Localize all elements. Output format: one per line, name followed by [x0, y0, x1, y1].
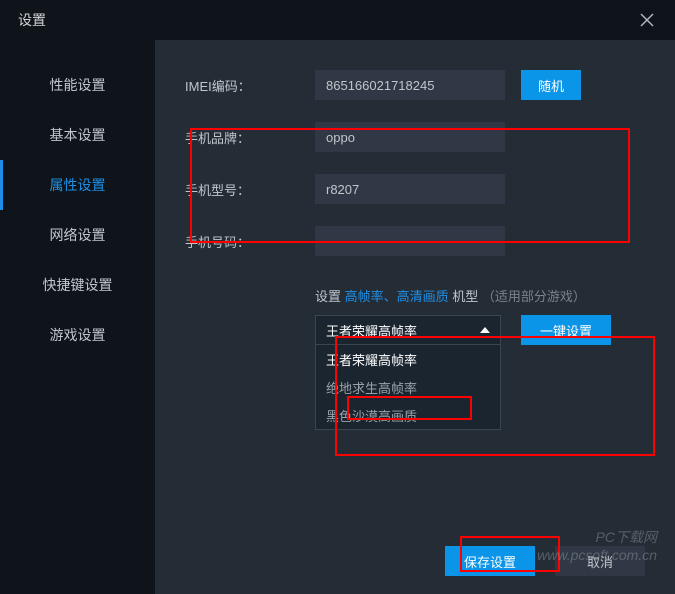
chevron-up-icon: [480, 327, 490, 333]
dropdown-selected[interactable]: 王者荣耀高帧率: [315, 315, 501, 345]
config-prefix: 设置: [315, 289, 341, 304]
row-phone: 手机号码：: [185, 226, 655, 256]
dropdown-option[interactable]: 王者荣耀高帧率: [316, 345, 500, 373]
sidebar-item-label: 网络设置: [50, 225, 106, 245]
sidebar-item-shortcut[interactable]: 快捷键设置: [0, 260, 155, 310]
label-brand: 手机品牌：: [185, 128, 315, 147]
row-brand: 手机品牌：: [185, 122, 655, 152]
label-imei: IMEI编码：: [185, 76, 315, 95]
label-phone: 手机号码：: [185, 232, 315, 251]
dropdown-option[interactable]: 黑色沙漠高画质: [316, 401, 500, 429]
sidebar-item-label: 游戏设置: [50, 325, 106, 345]
sidebar-item-label: 性能设置: [50, 75, 106, 95]
row-model: 手机型号：: [185, 174, 655, 204]
config-suffix: 机型: [452, 289, 478, 304]
close-icon[interactable]: [637, 10, 657, 30]
dropdown-selected-label: 王者荣耀高帧率: [326, 321, 417, 340]
footer: 保存设置 取消: [445, 546, 645, 576]
save-button[interactable]: 保存设置: [445, 546, 535, 576]
random-button[interactable]: 随机: [521, 70, 581, 100]
one-key-button[interactable]: 一键设置: [521, 315, 611, 345]
config-hint: （适用部分游戏）: [482, 289, 586, 304]
sidebar-item-game[interactable]: 游戏设置: [0, 310, 155, 360]
titlebar: 设置: [0, 0, 675, 40]
sidebar-item-basic[interactable]: 基本设置: [0, 110, 155, 160]
dropdown-list: 王者荣耀高帧率 绝地求生高帧率 黑色沙漠高画质: [315, 345, 501, 430]
sidebar-item-label: 基本设置: [50, 125, 106, 145]
config-line: 设置 高帧率、高清画质 机型 （适用部分游戏）: [315, 286, 655, 305]
brand-input[interactable]: [315, 122, 505, 152]
content: IMEI编码： 随机 手机品牌： 手机型号： 手机号码： 设置 高帧率、高清画质…: [155, 40, 675, 594]
game-mode-dropdown[interactable]: 王者荣耀高帧率 王者荣耀高帧率 绝地求生高帧率 黑色沙漠高画质: [315, 315, 501, 430]
config-link[interactable]: 高帧率、高清画质: [345, 289, 449, 304]
dropdown-option[interactable]: 绝地求生高帧率: [316, 373, 500, 401]
row-imei: IMEI编码： 随机: [185, 70, 655, 100]
sidebar-item-label: 快捷键设置: [43, 275, 113, 295]
sidebar: 性能设置 基本设置 属性设置 网络设置 快捷键设置 游戏设置: [0, 40, 155, 594]
main: 性能设置 基本设置 属性设置 网络设置 快捷键设置 游戏设置 IMEI编码： 随…: [0, 40, 675, 594]
imei-input[interactable]: [315, 70, 505, 100]
label-model: 手机型号：: [185, 180, 315, 199]
phone-input[interactable]: [315, 226, 505, 256]
sidebar-item-performance[interactable]: 性能设置: [0, 60, 155, 110]
dropdown-area: 王者荣耀高帧率 王者荣耀高帧率 绝地求生高帧率 黑色沙漠高画质 一键设置: [315, 315, 655, 430]
sidebar-item-attributes[interactable]: 属性设置: [0, 160, 155, 210]
sidebar-item-network[interactable]: 网络设置: [0, 210, 155, 260]
sidebar-item-label: 属性设置: [50, 175, 106, 195]
window-title: 设置: [18, 10, 46, 30]
cancel-button[interactable]: 取消: [555, 546, 645, 576]
model-input[interactable]: [315, 174, 505, 204]
